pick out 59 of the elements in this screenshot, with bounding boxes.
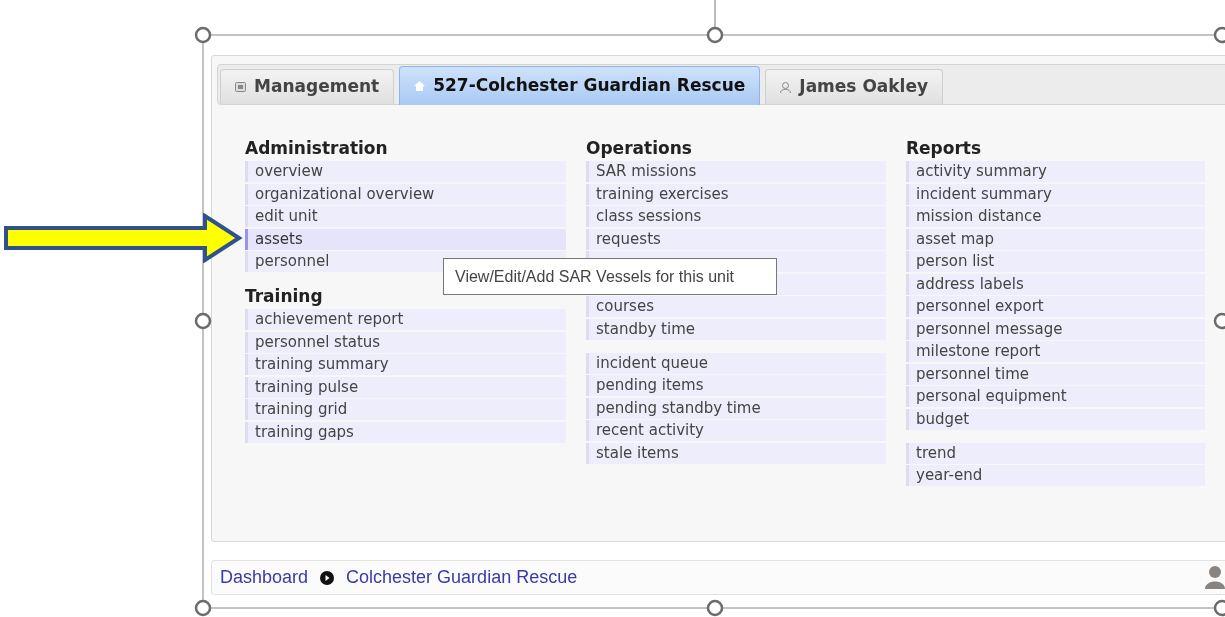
menu-link[interactable]: overview [245, 161, 566, 182]
menu-link[interactable]: requests [586, 228, 886, 250]
menu-link[interactable]: training gaps [245, 421, 566, 443]
menu-link[interactable]: milestone report [906, 341, 1205, 362]
card-icon [235, 82, 246, 92]
resize-handle[interactable] [1213, 599, 1225, 617]
menu-link[interactable]: personnel export [906, 296, 1205, 317]
menu-link[interactable]: stale items [586, 442, 886, 464]
resize-handle[interactable] [1213, 312, 1225, 330]
menu-link[interactable]: training grid [245, 399, 566, 420]
menu-link[interactable]: person list [906, 251, 1205, 272]
breadcrumb-link[interactable]: Colchester Guardian Rescue [346, 564, 578, 591]
menu-link[interactable]: trend [906, 442, 1205, 464]
menu-link[interactable]: organizational overview [245, 183, 566, 205]
menu-link[interactable]: personnel message [906, 318, 1205, 340]
home-icon [414, 81, 426, 91]
menu-link[interactable]: budget [906, 408, 1205, 430]
resize-handle[interactable] [1213, 26, 1225, 44]
section-heading: Administration [245, 138, 389, 158]
menu-link[interactable]: recent activity [586, 420, 886, 441]
menu-link[interactable]: year-end [906, 465, 1205, 486]
menu-link[interactable]: personal equipment [906, 386, 1205, 407]
menu-link[interactable]: personnel status [245, 331, 566, 353]
resize-handle[interactable] [194, 312, 212, 330]
person-icon [780, 81, 792, 93]
menu-link[interactable]: class sessions [586, 206, 886, 227]
people-search-icon[interactable] [1205, 565, 1225, 589]
resize-handle[interactable] [706, 599, 724, 617]
menu-link[interactable]: activity summary [906, 161, 1205, 182]
menu-link[interactable]: training summary [245, 354, 566, 375]
menu-link[interactable]: courses [586, 296, 886, 317]
menu-link[interactable]: personnel time [906, 363, 1205, 385]
menu-link[interactable]: pending items [586, 375, 886, 396]
resize-handle[interactable] [706, 26, 724, 44]
section-heading: Reports [906, 138, 983, 158]
arrow-icon [3, 213, 243, 263]
menu-link[interactable]: achievement report [245, 309, 566, 330]
menu-link[interactable]: address labels [906, 273, 1205, 295]
menu-link[interactable]: mission distance [906, 206, 1205, 227]
tab[interactable]: 527-Colchester Guardian Rescue [399, 66, 761, 105]
menu-link[interactable]: edit unit [245, 206, 566, 227]
tab[interactable]: Management [220, 69, 395, 104]
menu-link[interactable]: pending standby time [586, 397, 886, 419]
menu-link[interactable]: SAR missions [586, 161, 886, 182]
menu-link[interactable]: incident summary [906, 183, 1205, 205]
section-heading: Training [245, 286, 324, 306]
tooltip: View/Edit/Add SAR Vessels for this unit [443, 258, 777, 295]
menu-link[interactable]: standby time [586, 318, 886, 340]
tab[interactable]: James Oakley [765, 69, 944, 104]
resize-handle[interactable] [194, 26, 212, 44]
menu-link[interactable]: incident queue [586, 352, 886, 374]
menu-link[interactable]: training exercises [586, 183, 886, 205]
menu-link[interactable]: asset map [906, 228, 1205, 250]
arrow-right-icon [320, 570, 335, 585]
menu-link[interactable]: training pulse [245, 376, 566, 398]
resize-handle[interactable] [194, 599, 212, 617]
menu-link[interactable]: assets [245, 228, 566, 250]
section-heading: Operations [586, 138, 693, 158]
breadcrumb-link[interactable]: Dashboard [220, 564, 309, 591]
